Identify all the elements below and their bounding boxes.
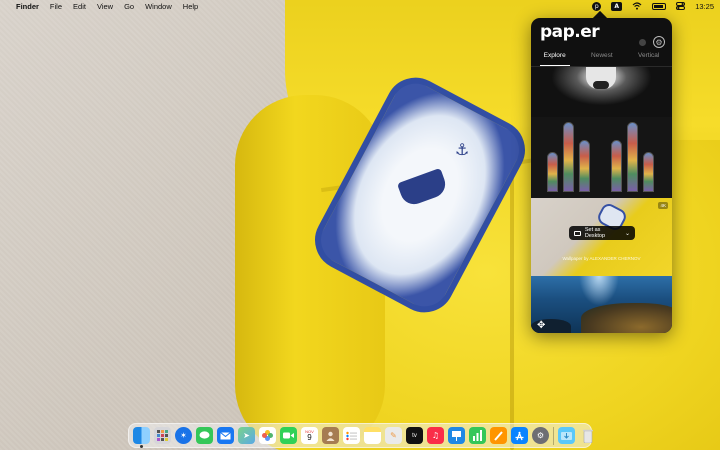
stained-glass-window bbox=[627, 122, 638, 192]
papr-status-icon[interactable]: p bbox=[592, 1, 602, 11]
running-indicator bbox=[140, 445, 143, 448]
contacts-icon[interactable] bbox=[322, 427, 339, 444]
tab-bar: Explore Newest Vertical bbox=[531, 52, 672, 66]
facetime-icon[interactable] bbox=[280, 427, 297, 444]
menu-help[interactable]: Help bbox=[183, 2, 198, 11]
popover-header: pap.er ⚙ Explore Newest Vertical bbox=[531, 18, 672, 68]
move-icon[interactable]: ✥ bbox=[537, 320, 545, 331]
monitor-icon bbox=[574, 230, 581, 236]
stained-glass-window bbox=[579, 140, 590, 192]
menu-file[interactable]: File bbox=[50, 2, 62, 11]
music-icon[interactable]: ♫ bbox=[427, 427, 444, 444]
launchpad-icon[interactable] bbox=[154, 427, 171, 444]
downloads-folder-icon[interactable] bbox=[558, 427, 575, 444]
set-as-desktop-label: Set as Desktop bbox=[584, 227, 606, 239]
coral-reef bbox=[581, 303, 672, 333]
resolution-badge: 4K bbox=[658, 202, 668, 209]
menu-app-name[interactable]: Finder bbox=[16, 2, 39, 11]
mail-icon[interactable] bbox=[217, 427, 234, 444]
tab-explore[interactable]: Explore bbox=[539, 52, 570, 66]
trash-icon[interactable] bbox=[579, 427, 596, 444]
freeform-icon[interactable]: ✎ bbox=[385, 427, 402, 444]
safari-icon[interactable]: ✶ bbox=[175, 427, 192, 444]
wifi-icon[interactable] bbox=[632, 2, 642, 10]
maps-icon[interactable]: ➤ bbox=[238, 427, 255, 444]
photos-icon[interactable] bbox=[259, 427, 276, 444]
stained-glass-window bbox=[547, 152, 558, 192]
keynote-icon[interactable] bbox=[448, 427, 465, 444]
dock-separator bbox=[553, 426, 554, 445]
anchor-icon: ⚓ bbox=[455, 140, 470, 159]
cow-nose bbox=[593, 81, 609, 89]
numbers-icon[interactable] bbox=[469, 427, 486, 444]
tab-newest[interactable]: Newest bbox=[591, 52, 613, 66]
wallpaper-credit: Wallpaper by ALEXANDER CHERNOV bbox=[562, 256, 641, 261]
wallpaper-thumbnail[interactable]: ✥ bbox=[531, 276, 672, 333]
menu-view[interactable]: View bbox=[97, 2, 113, 11]
apple-tv-icon[interactable]: tv bbox=[406, 427, 423, 444]
status-indicator bbox=[639, 39, 646, 46]
menu-clock[interactable]: 13:25 bbox=[695, 2, 714, 11]
pages-icon[interactable] bbox=[490, 427, 507, 444]
reminders-icon[interactable] bbox=[343, 427, 360, 444]
gear-icon[interactable]: ⚙ bbox=[653, 36, 665, 48]
wallpaper-thumbnail[interactable] bbox=[531, 67, 672, 117]
chevron-down-icon[interactable]: ⌄ bbox=[625, 230, 630, 237]
messages-icon[interactable] bbox=[196, 427, 213, 444]
tab-vertical[interactable]: Vertical bbox=[638, 52, 659, 66]
set-as-desktop-button[interactable]: Set as Desktop ⌄ bbox=[569, 226, 635, 240]
control-center-icon[interactable] bbox=[676, 2, 686, 10]
menu-go[interactable]: Go bbox=[124, 2, 134, 11]
menu-edit[interactable]: Edit bbox=[73, 2, 86, 11]
input-source-icon[interactable]: A bbox=[611, 1, 623, 11]
calendar-day: 9 bbox=[307, 433, 312, 442]
sofa-seam bbox=[510, 150, 514, 450]
app-store-icon[interactable] bbox=[511, 427, 528, 444]
system-settings-icon[interactable]: ⚙ bbox=[532, 427, 549, 444]
stained-glass-window bbox=[611, 140, 622, 192]
dock: ✶ ➤ NOV 9 ✎ tv ♫ ⚙ bbox=[128, 423, 593, 448]
notes-icon[interactable] bbox=[364, 427, 381, 444]
menu-window[interactable]: Window bbox=[145, 2, 172, 11]
sun-ray bbox=[579, 276, 619, 306]
wallpaper-thumbnail[interactable] bbox=[531, 117, 672, 198]
stained-glass-window bbox=[563, 122, 574, 192]
menu-bar: Finder File Edit View Go Window Help p A… bbox=[0, 0, 720, 12]
calendar-icon[interactable]: NOV 9 bbox=[301, 427, 318, 444]
stained-glass-window bbox=[643, 152, 654, 192]
wallpaper-thumbnail-selected[interactable]: 4K Set as Desktop ⌄ Wallpaper by ALEXAND… bbox=[531, 198, 672, 276]
papr-popover: pap.er ⚙ Explore Newest Vertical 4K Set … bbox=[531, 18, 672, 333]
finder-icon[interactable] bbox=[133, 427, 150, 448]
app-logo: pap.er bbox=[540, 22, 600, 42]
battery-icon[interactable] bbox=[652, 2, 667, 10]
